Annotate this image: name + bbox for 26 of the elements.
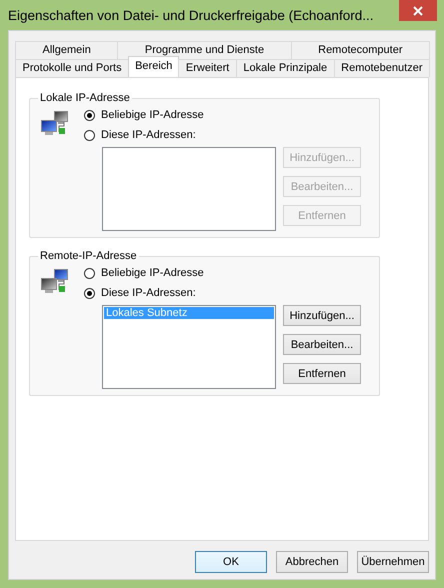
dialog-button[interactable]: Übernehmen (357, 551, 429, 573)
close-button[interactable] (399, 0, 437, 21)
window-title: Eigenschaften von Datei- und Druckerfreigabe (Echoanford... (8, 8, 374, 22)
tab[interactable]: Erweitert (178, 59, 237, 77)
tab[interactable]: Protokolle und Ports (15, 59, 130, 77)
close-icon (413, 6, 423, 16)
radio-button[interactable] (84, 130, 95, 140)
radio-button[interactable] (84, 268, 95, 278)
radio-button[interactable] (84, 110, 95, 120)
group-title: Lokale IP-Adresse (39, 92, 131, 104)
action-button[interactable]: Bearbeiten... (283, 334, 361, 355)
radio-label[interactable]: Beliebige IP-Adresse (101, 267, 204, 279)
radio-label[interactable]: Beliebige IP-Adresse (101, 109, 204, 121)
tab[interactable]: Bereich (128, 56, 180, 77)
radio-label[interactable]: Diese IP-Adressen: (101, 129, 196, 141)
address-list[interactable] (102, 147, 276, 231)
group-title: Remote-IP-Adresse (39, 250, 138, 262)
dialog-button[interactable]: OK (195, 551, 267, 573)
radio-button[interactable] (84, 288, 95, 298)
action-button[interactable]: Entfernen (283, 363, 361, 384)
dialog-button[interactable]: Abbrechen (276, 551, 348, 573)
radio-label[interactable]: Diese IP-Adressen: (101, 287, 196, 299)
action-button[interactable]: Hinzufügen... (283, 305, 361, 326)
tab[interactable]: Remotecomputer (290, 41, 430, 59)
tab[interactable]: Remotebenutzer (334, 59, 430, 77)
tab[interactable]: Allgemein (15, 41, 118, 59)
